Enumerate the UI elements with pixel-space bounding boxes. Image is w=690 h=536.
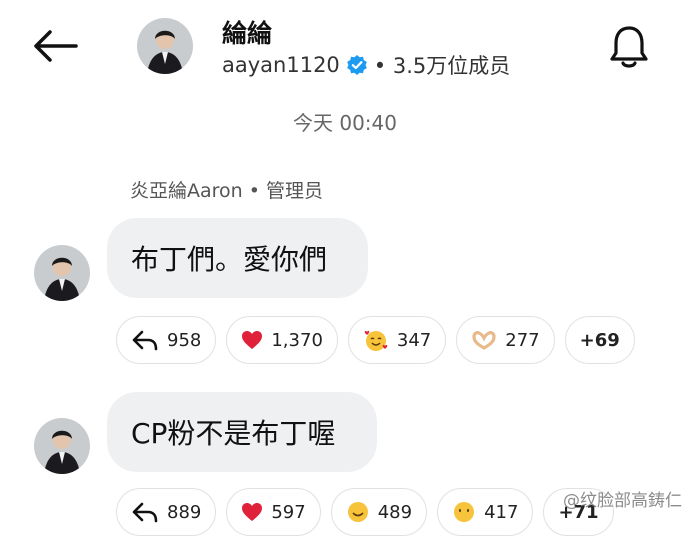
reply-icon (132, 502, 158, 523)
reaction-count: 347 (396, 329, 432, 351)
reply-icon (132, 330, 158, 351)
reaction-count: 958 (167, 329, 202, 351)
sender-label: 炎亞綸Aaron • 管理员 (130, 180, 323, 202)
channel-avatar[interactable] (137, 18, 193, 74)
sender-avatar[interactable] (34, 245, 90, 301)
heart-icon (242, 503, 263, 521)
sender-avatar[interactable] (34, 418, 90, 474)
reaction-count: 1,370 (271, 329, 323, 351)
member-count: • 3.5万位成员 (373, 54, 511, 78)
message-timestamp: 今天 00:40 (293, 111, 397, 135)
message-text: CP粉不是布丁喔 (131, 417, 336, 450)
verified-badge-icon (346, 55, 367, 75)
back-button[interactable] (28, 22, 82, 70)
notification-button[interactable] (606, 22, 652, 72)
reaction-count: +69 (579, 329, 620, 351)
reaction-count: 889 (167, 501, 202, 523)
channel-username: aayan1120 (222, 53, 340, 77)
reaction-emoji[interactable]: 489 (330, 488, 428, 536)
reaction-heart[interactable]: 1,370 (226, 316, 338, 364)
bell-icon (610, 26, 648, 68)
reaction-count: 417 (484, 501, 519, 523)
emoji-face-icon (347, 502, 368, 522)
heart-hands-icon (472, 331, 496, 350)
reaction-count: 277 (505, 329, 540, 351)
more-reactions-button[interactable]: +69 (564, 316, 635, 364)
watermark-text: @纹脸部高鋳仁 (563, 491, 682, 511)
reaction-bar: 889 597 489 417 +71 (116, 488, 614, 536)
reply-button[interactable]: 889 (116, 488, 217, 536)
message-text: 布丁們。愛你們 (131, 243, 328, 276)
reaction-heart[interactable]: 597 (226, 488, 321, 536)
back-arrow-icon (34, 30, 78, 62)
reaction-emoji[interactable]: 417 (437, 488, 534, 536)
channel-name: 綸綸 (222, 19, 273, 48)
watermark: @纹脸部高鋳仁 (563, 486, 682, 511)
smiling-face-hearts-icon (364, 330, 388, 351)
message-bubble[interactable]: 布丁們。愛你們 (107, 218, 368, 298)
reply-button[interactable]: 958 (116, 316, 217, 364)
reaction-count: 489 (377, 501, 413, 523)
reaction-count: 597 (271, 501, 306, 523)
message-bubble[interactable]: CP粉不是布丁喔 (107, 392, 377, 472)
reaction-heart-hands[interactable]: 277 (456, 316, 555, 364)
emoji-face-icon (454, 502, 475, 522)
heart-icon (242, 331, 263, 349)
channel-subtitle: aayan1120 • 3.5万位成员 (222, 50, 510, 80)
reaction-smiling-hearts[interactable]: 347 (347, 316, 447, 364)
reaction-bar: 958 1,370 347 277 +69 (116, 316, 635, 364)
